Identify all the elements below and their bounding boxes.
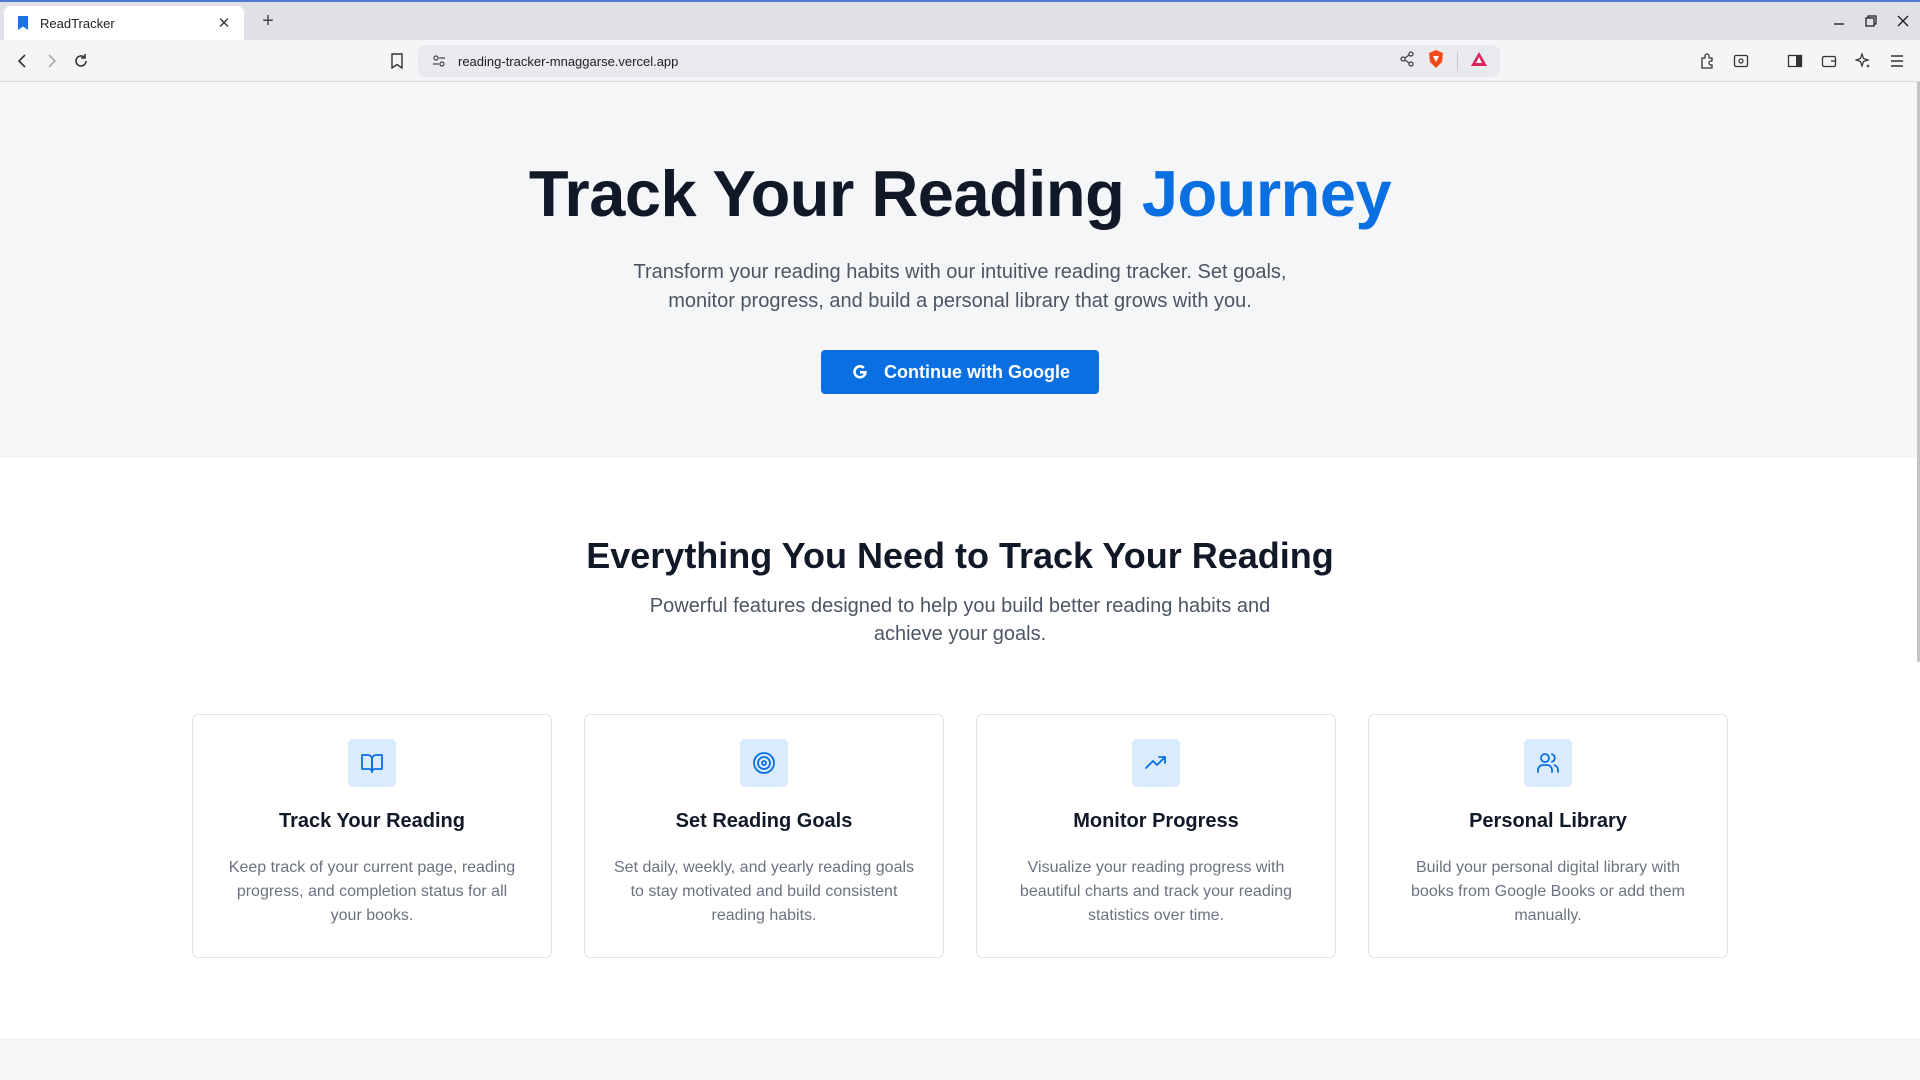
trending-up-icon [1132, 739, 1180, 787]
minimize-icon[interactable] [1830, 12, 1848, 30]
footer-section [0, 1038, 1920, 1080]
plus-icon[interactable]: + [256, 10, 280, 34]
tab-bar: ReadTracker ✕ + [0, 0, 1920, 40]
feature-card-title: Personal Library [1469, 810, 1627, 832]
forward-icon[interactable] [38, 48, 64, 74]
bookmark-favicon [18, 16, 28, 30]
feature-card-desc: Build your personal digital library with… [1411, 859, 1685, 924]
brave-shields-icon[interactable] [1427, 49, 1445, 74]
url-text[interactable]: reading-tracker-mnaggarse.vercel.app [458, 54, 1399, 69]
features-subtitle: Powerful features designed to help you b… [649, 595, 1271, 645]
hero-subtitle: Transform your reading habits with our i… [633, 261, 1287, 312]
google-signin-label: Continue with Google [884, 361, 1070, 382]
hero-title-main: Track Your Reading [528, 157, 1142, 230]
tab-title: ReadTracker [40, 15, 115, 31]
leo-icon[interactable] [1728, 48, 1754, 74]
hero-title: Track Your Reading Journey [0, 154, 1920, 234]
browser-tab[interactable]: ReadTracker ✕ [4, 6, 244, 40]
feature-card-desc: Visualize your reading progress with bea… [1019, 859, 1293, 924]
feature-card-monitor-progress: Monitor Progress Visualize your reading … [976, 714, 1336, 958]
extensions-icon[interactable] [1694, 48, 1720, 74]
share-icon[interactable] [1399, 50, 1415, 72]
brave-rewards-icon[interactable] [1470, 51, 1488, 72]
divider [1457, 51, 1458, 71]
window-controls [1830, 12, 1912, 30]
target-icon [740, 739, 788, 787]
feature-card-desc: Set daily, weekly, and yearly reading go… [614, 859, 915, 924]
feature-card-desc: Keep track of your current page, reading… [228, 859, 516, 924]
book-open-icon [348, 739, 396, 787]
google-icon [853, 364, 867, 379]
restore-icon[interactable] [1862, 12, 1880, 30]
feature-card-title: Track Your Reading [279, 810, 465, 832]
browser-toolbar: reading-tracker-mnaggarse.vercel.app [0, 40, 1920, 82]
back-icon[interactable] [10, 48, 36, 74]
ai-sparkle-icon[interactable] [1850, 48, 1876, 74]
feature-card-reading-goals: Set Reading Goals Set daily, weekly, and… [584, 714, 944, 958]
wallet-icon[interactable] [1816, 48, 1842, 74]
close-icon[interactable]: ✕ [216, 14, 232, 32]
menu-icon[interactable] [1884, 48, 1910, 74]
sidebar-icon[interactable] [1782, 48, 1808, 74]
hero-title-accent: Journey [1141, 157, 1392, 230]
feature-card-personal-library: Personal Library Build your personal dig… [1368, 714, 1728, 958]
google-signin-button[interactable]: Continue with Google [821, 350, 1099, 394]
users-icon [1524, 739, 1572, 787]
browser-tools [1694, 48, 1910, 74]
hero-section: Track Your Reading Journey Transform you… [0, 82, 1920, 458]
features-title: Everything You Need to Track Your Readin… [586, 535, 1334, 576]
feature-card-track-reading: Track Your Reading Keep track of your cu… [192, 714, 552, 958]
feature-card-title: Monitor Progress [1073, 810, 1239, 832]
address-bar[interactable]: reading-tracker-mnaggarse.vercel.app [418, 45, 1500, 77]
feature-cards: Track Your Reading Keep track of your cu… [192, 714, 1728, 958]
feature-card-title: Set Reading Goals [675, 810, 853, 832]
window-close-icon[interactable] [1894, 12, 1912, 30]
features-section: Everything You Need to Track Your Readin… [0, 458, 1920, 1038]
site-info-icon[interactable] [430, 52, 448, 70]
reload-icon[interactable] [68, 48, 94, 74]
bookmark-icon[interactable] [384, 48, 410, 74]
